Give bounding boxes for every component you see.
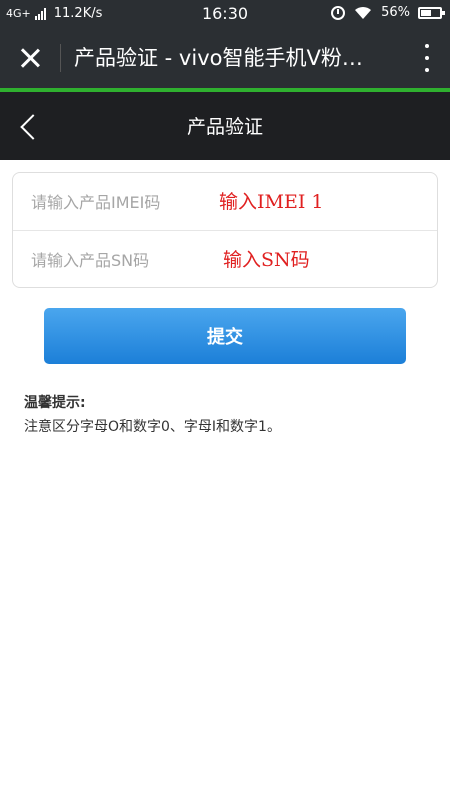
wifi-icon: [355, 6, 372, 19]
titlebar-divider: [60, 44, 61, 72]
browser-titlebar: 产品验证 - vivo智能手机V粉…: [0, 28, 450, 88]
page-title: 产品验证: [186, 116, 263, 138]
verify-form: 输入IMEI 1 输入SN码: [12, 172, 438, 288]
imei-row: 输入IMEI 1: [13, 173, 437, 230]
submit-button[interactable]: 提交: [44, 308, 406, 364]
battery-icon: [418, 6, 445, 19]
alarm-icon: [331, 5, 346, 20]
more-icon[interactable]: [422, 44, 432, 72]
status-right: 56%: [331, 5, 445, 20]
page-header: 产品验证: [0, 92, 450, 160]
imei-annotation: 输入IMEI 1: [219, 191, 324, 213]
close-icon[interactable]: [14, 42, 46, 74]
sn-input[interactable]: [31, 245, 211, 275]
imei-input[interactable]: [31, 187, 211, 217]
battery-fill: [421, 9, 432, 16]
tips-title: 温馨提示:: [24, 395, 86, 411]
battery-percent: 56%: [381, 5, 410, 20]
tips-text: 注意区分字母O和数字0、字母I和数字1。: [24, 419, 281, 435]
status-bar: 4G+ 11.2K/s 16:30 56%: [0, 0, 450, 28]
sn-row: 输入SN码: [13, 230, 437, 287]
sn-annotation: 输入SN码: [223, 249, 310, 271]
browser-title: 产品验证 - vivo智能手机V粉…: [74, 46, 363, 70]
